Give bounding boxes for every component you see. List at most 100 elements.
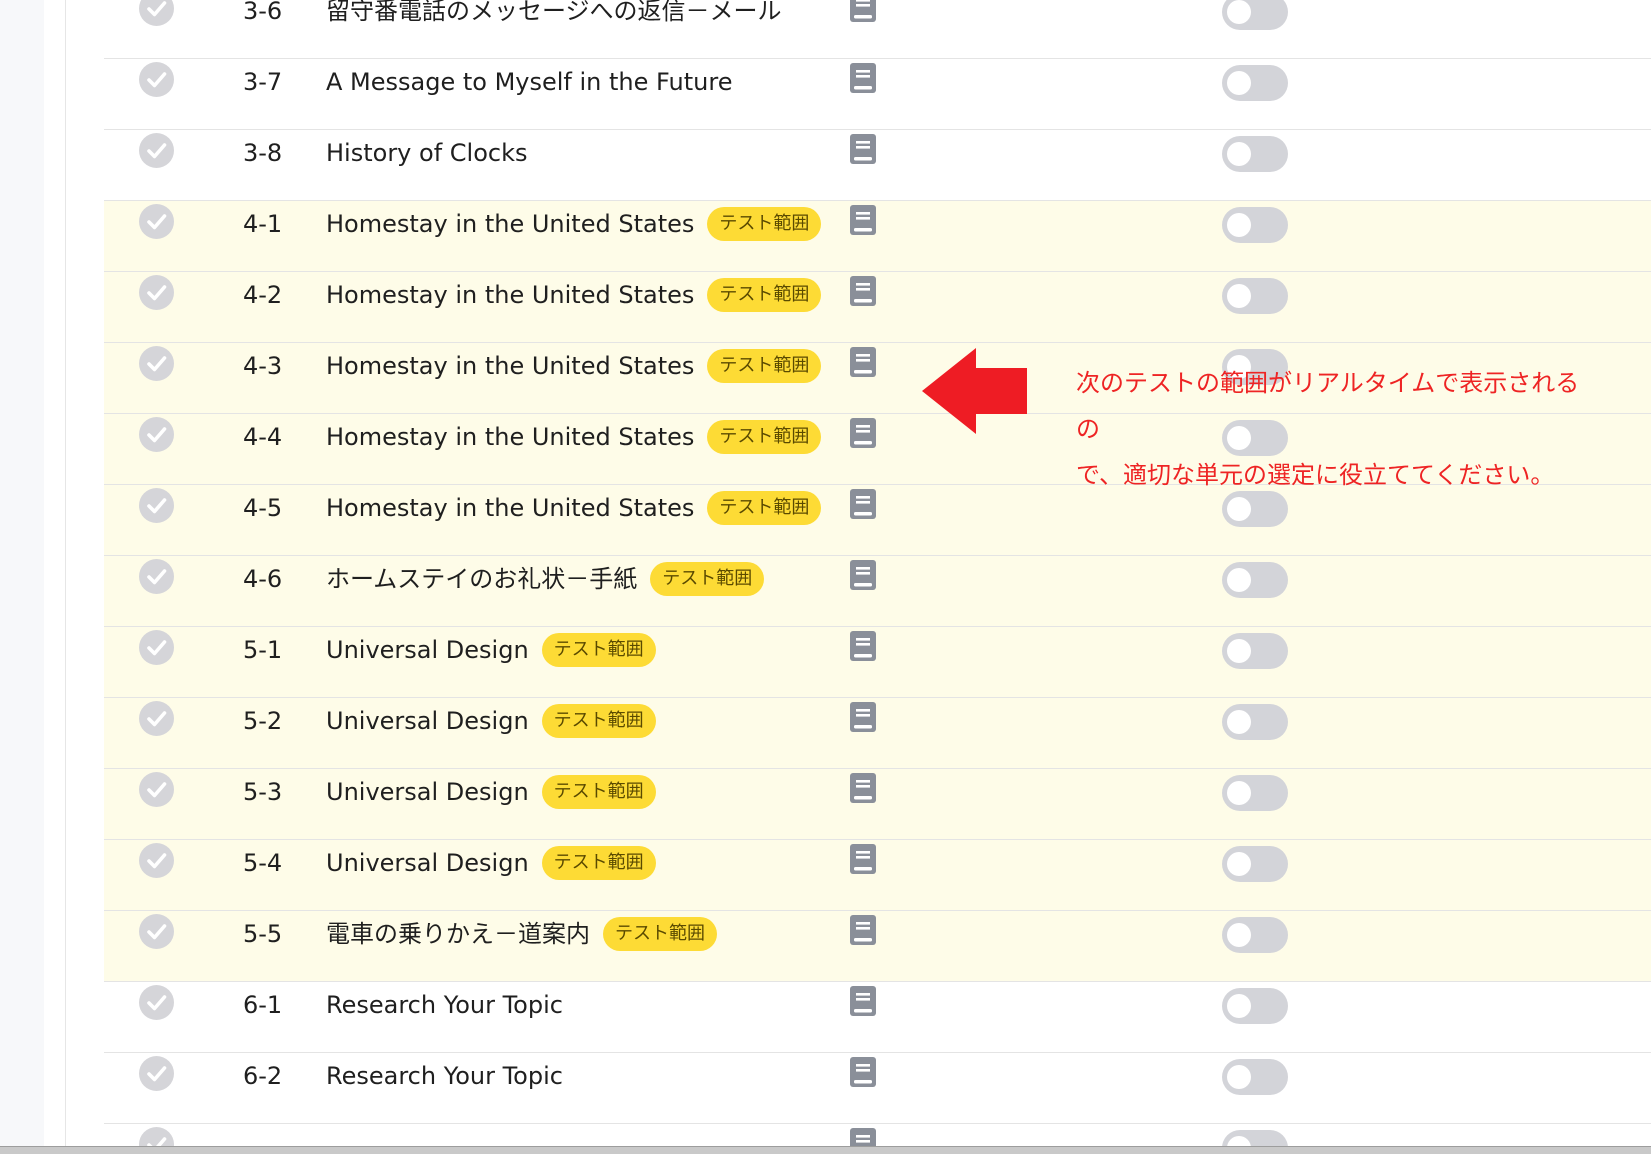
- toggle-knob: [1227, 497, 1251, 521]
- lesson-row[interactable]: 4-6 ホームステイのお礼状－手紙 テスト範囲: [104, 556, 1651, 627]
- book-icon[interactable]: [849, 843, 877, 875]
- left-gutter: [0, 0, 44, 1147]
- toggle-knob: [1227, 568, 1251, 592]
- toggle-knob: [1227, 994, 1251, 1018]
- book-icon[interactable]: [849, 417, 877, 449]
- book-icon[interactable]: [849, 630, 877, 662]
- toggle-switch[interactable]: [1222, 988, 1288, 1024]
- toggle-switch[interactable]: [1222, 207, 1288, 243]
- lesson-title-group: 電車の乗りかえ－道案内 テスト範囲: [326, 916, 717, 952]
- test-range-badge: テスト範囲: [541, 633, 656, 667]
- toggle-switch[interactable]: [1222, 0, 1288, 30]
- toggle-switch[interactable]: [1222, 704, 1288, 740]
- toggle-switch[interactable]: [1222, 562, 1288, 598]
- lesson-title-group: Homestay in the United States テスト範囲: [326, 206, 822, 242]
- book-icon[interactable]: [849, 701, 877, 733]
- check-circle-icon: [139, 204, 174, 239]
- toggle-knob: [1227, 639, 1251, 663]
- lesson-title[interactable]: History of Clocks: [326, 139, 527, 167]
- lesson-title[interactable]: Universal Design: [326, 707, 529, 735]
- toggle-knob: [1227, 852, 1251, 876]
- lesson-title-group: 留守番電話のメッセージへの返信－メール: [326, 0, 782, 29]
- lesson-title-group: Homestay in the United States テスト範囲: [326, 277, 822, 313]
- lesson-title[interactable]: Universal Design: [326, 778, 529, 806]
- lesson-title-group: A Message to Myself in the Future: [326, 64, 732, 100]
- lesson-number: 3-6: [243, 0, 283, 25]
- lesson-number: 6-2: [243, 1062, 283, 1090]
- book-icon[interactable]: [849, 985, 877, 1017]
- book-icon[interactable]: [849, 346, 877, 378]
- toggle-switch[interactable]: [1222, 1059, 1288, 1095]
- test-range-badge: テスト範囲: [603, 917, 717, 951]
- lesson-number: 4-2: [243, 281, 283, 309]
- lesson-title-group: Homestay in the United States テスト範囲: [326, 419, 822, 455]
- lesson-row[interactable]: 4-2 Homestay in the United States テスト範囲: [104, 272, 1651, 343]
- book-icon[interactable]: [849, 559, 877, 591]
- toggle-switch[interactable]: [1222, 65, 1288, 101]
- book-icon[interactable]: [849, 0, 877, 23]
- toggle-knob: [1227, 0, 1251, 24]
- book-icon[interactable]: [849, 133, 877, 165]
- lesson-row[interactable]: 5-1 Universal Design テスト範囲: [104, 627, 1651, 698]
- lesson-row[interactable]: 6-2 Research Your Topic: [104, 1053, 1651, 1124]
- check-circle-icon: [139, 0, 174, 26]
- content-border: [65, 0, 66, 1147]
- lesson-title[interactable]: Universal Design: [326, 636, 529, 664]
- test-range-badge: テスト範囲: [541, 704, 656, 738]
- book-icon[interactable]: [849, 204, 877, 236]
- lesson-row[interactable]: 3-8 History of Clocks: [104, 130, 1651, 201]
- test-range-badge: テスト範囲: [650, 562, 765, 596]
- check-circle-icon: [139, 275, 174, 310]
- book-icon[interactable]: [849, 275, 877, 307]
- lesson-row[interactable]: 4-1 Homestay in the United States テスト範囲: [104, 201, 1651, 272]
- toggle-switch[interactable]: [1222, 136, 1288, 172]
- toggle-switch[interactable]: [1222, 1130, 1288, 1146]
- lesson-row[interactable]: 5-3 Universal Design テスト範囲: [104, 769, 1651, 840]
- toggle-switch[interactable]: [1222, 633, 1288, 669]
- toggle-switch[interactable]: [1222, 917, 1288, 953]
- lesson-title[interactable]: Research Your Topic: [326, 1062, 563, 1090]
- test-range-badge: テスト範囲: [707, 420, 822, 454]
- lesson-row[interactable]: 3-7 A Message to Myself in the Future: [104, 59, 1651, 130]
- toggle-switch[interactable]: [1222, 846, 1288, 882]
- book-icon[interactable]: [849, 914, 877, 946]
- annotation-note: 次のテストの範囲がリアルタイムで表示されるの で、適切な単元の選定に役立ててくだ…: [1076, 360, 1596, 498]
- lesson-number: 5-1: [243, 636, 283, 664]
- lesson-title[interactable]: 留守番電話のメッセージへの返信－メール: [326, 0, 782, 25]
- toggle-switch[interactable]: [1222, 278, 1288, 314]
- check-circle-icon: [139, 62, 174, 97]
- book-icon[interactable]: [849, 488, 877, 520]
- lesson-title[interactable]: A Message to Myself in the Future: [326, 68, 732, 96]
- red-arrow-left-icon: [922, 348, 1027, 434]
- check-circle-icon: [139, 346, 174, 381]
- lesson-title[interactable]: Homestay in the United States: [326, 210, 694, 238]
- book-icon[interactable]: [849, 1056, 877, 1088]
- lesson-row[interactable]: 5-5 電車の乗りかえ－道案内 テスト範囲: [104, 911, 1651, 982]
- lesson-title[interactable]: Homestay in the United States: [326, 494, 694, 522]
- lesson-title[interactable]: Research Your Topic: [326, 991, 563, 1019]
- lesson-row[interactable]: 6-1 Research Your Topic: [104, 982, 1651, 1053]
- lesson-title[interactable]: Homestay in the United States: [326, 423, 694, 451]
- lesson-row[interactable]: 5-2 Universal Design テスト範囲: [104, 698, 1651, 769]
- lesson-title[interactable]: Homestay in the United States: [326, 352, 694, 380]
- lesson-title[interactable]: Homestay in the United States: [326, 281, 694, 309]
- lesson-title[interactable]: 電車の乗りかえ－道案内: [326, 920, 590, 948]
- lesson-title-group: Research Your Topic: [326, 1058, 563, 1094]
- toggle-switch[interactable]: [1222, 775, 1288, 811]
- lesson-row[interactable]: 3-6 留守番電話のメッセージへの返信－メール: [104, 0, 1651, 59]
- lesson-number: 6-1: [243, 991, 283, 1019]
- lesson-row[interactable]: [104, 1124, 1651, 1146]
- book-icon[interactable]: [849, 62, 877, 94]
- toggle-knob: [1227, 923, 1251, 947]
- check-circle-icon: [139, 133, 174, 168]
- toggle-knob: [1227, 142, 1251, 166]
- lesson-title[interactable]: ホームステイのお礼状－手紙: [326, 565, 637, 593]
- lesson-title[interactable]: Universal Design: [326, 849, 529, 877]
- lesson-number: 4-5: [243, 494, 283, 522]
- lesson-title-group: Universal Design テスト範囲: [326, 632, 656, 668]
- book-icon[interactable]: [849, 772, 877, 804]
- toggle-knob: [1227, 781, 1251, 805]
- lesson-number: 5-2: [243, 707, 283, 735]
- book-icon[interactable]: [849, 1127, 877, 1146]
- lesson-row[interactable]: 5-4 Universal Design テスト範囲: [104, 840, 1651, 911]
